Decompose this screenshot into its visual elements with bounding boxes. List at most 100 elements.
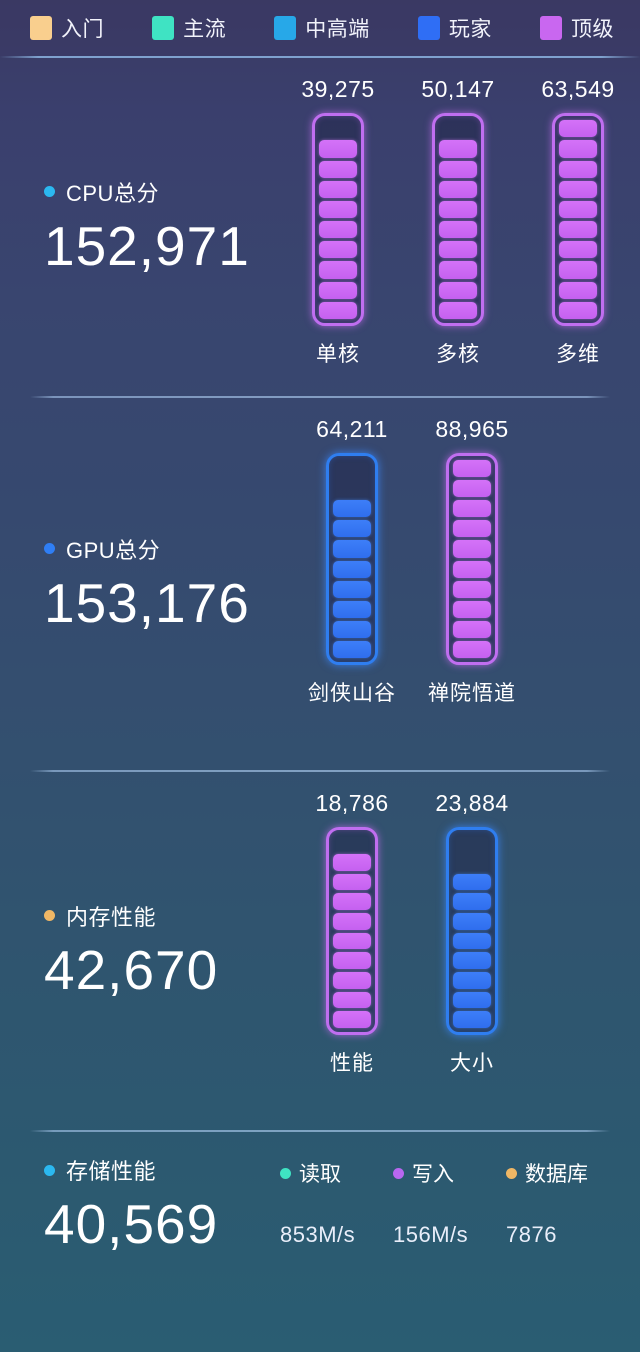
legend-label: 主流 — [183, 18, 227, 41]
bar-segment — [439, 160, 477, 178]
bar-segment — [333, 460, 371, 477]
legend-label: 中高端 — [305, 18, 370, 41]
bar-segment — [559, 221, 597, 239]
bar-segment — [453, 520, 491, 538]
gpu-bars: 64,211 剑侠山谷 88,965 禅院悟道 — [278, 398, 640, 770]
bar-segment — [453, 893, 491, 910]
bar-label: 多维 — [556, 343, 600, 366]
bar-segment — [333, 912, 371, 930]
storage-metric-label: 读取 — [299, 1163, 341, 1186]
bar-segment — [319, 160, 357, 178]
bar-segment — [319, 301, 357, 319]
gpu-dot-icon — [44, 543, 55, 555]
legend-swatch-icon — [417, 16, 440, 40]
bar-segment — [333, 620, 371, 638]
bar-segment — [439, 281, 477, 299]
bar-segment — [333, 932, 371, 950]
memory-summary: 内存性能 42,670 — [0, 772, 278, 1130]
bar-group-cpu-0: 39,275 单核 — [278, 76, 398, 368]
bar-segment — [439, 140, 477, 158]
storage-total-score: 40,569 — [44, 1193, 219, 1255]
gpu-total-score: 153,176 — [44, 571, 250, 634]
bar-gauge — [446, 453, 498, 665]
bar-segment — [453, 873, 491, 891]
section-storage: 存储性能 读取 写入 数据库 40,569 853M/s 156M/s 7876 — [0, 1132, 640, 1322]
memory-total-score: 42,670 — [44, 938, 219, 1001]
bar-label: 禅院悟道 — [428, 682, 516, 705]
bar-segment — [453, 912, 491, 930]
bar-segment — [319, 180, 357, 198]
bar-segment — [319, 120, 357, 137]
bar-segment — [453, 620, 491, 638]
bar-value: 50,147 — [421, 76, 495, 102]
memory-bars: 18,786 性能 23,884 大小 — [278, 772, 640, 1130]
bar-value: 23,884 — [435, 790, 509, 816]
bar-segment — [319, 281, 357, 299]
bar-segment — [333, 893, 371, 910]
legend-item-3: 玩家 — [417, 13, 492, 43]
bar-segment — [333, 1011, 371, 1028]
bar-segment — [333, 952, 371, 969]
bar-segment — [333, 640, 371, 658]
storage-metric-label: 写入 — [412, 1163, 454, 1186]
legend-label: 入门 — [61, 18, 104, 41]
bar-gauge — [446, 827, 498, 1035]
legend-swatch-icon — [274, 16, 297, 40]
bar-segment — [453, 971, 491, 989]
legend-label: 顶级 — [571, 18, 614, 41]
bar-segment — [333, 600, 371, 618]
bar-label: 多核 — [436, 343, 480, 366]
bar-segment — [333, 480, 371, 497]
bar-segment — [439, 301, 477, 319]
memory-dot-icon — [44, 910, 55, 922]
bar-gauge — [326, 827, 378, 1035]
bar-segment — [439, 261, 477, 279]
storage-metric-labels: 读取 写入 数据库 — [280, 1158, 619, 1188]
bar-group-memory-1: 23,884 大小 — [412, 790, 532, 1077]
bar-label: 单核 — [316, 343, 360, 366]
section-cpu: CPU总分 152,971 39,275 单核 50,147 多核 63,549 多维 — [0, 58, 640, 396]
bar-segment — [439, 180, 477, 198]
legend-swatch-icon — [152, 16, 175, 40]
bar-segment — [453, 500, 491, 518]
bar-segment — [333, 580, 371, 598]
storage-metric-2: 数据库 — [506, 1158, 619, 1188]
benchmark-result-page: 入门 主流 中高端 玩家 顶级 CPU总分 152,971 39,275 单核 50,147 多核… — [0, 0, 640, 1322]
bar-segment — [333, 520, 371, 538]
bar-segment — [559, 241, 597, 259]
storage-metric-value-wrap-1: 156M/s — [393, 1200, 506, 1248]
bar-segment — [333, 971, 371, 989]
storage-metric-dot-icon — [506, 1167, 517, 1179]
bar-segment — [439, 200, 477, 219]
cpu-bars: 39,275 单核 50,147 多核 63,549 多维 — [278, 58, 640, 396]
bar-segment — [559, 281, 597, 299]
storage-metric-dot-icon — [280, 1167, 291, 1179]
bar-label: 性能 — [330, 1052, 374, 1075]
bar-label: 大小 — [450, 1052, 494, 1075]
bar-segment — [453, 834, 491, 851]
section-memory: 内存性能 42,670 18,786 性能 23,884 大小 — [0, 772, 640, 1130]
bar-segment — [439, 120, 477, 137]
storage-metric-value-wrap-2: 7876 — [506, 1200, 619, 1248]
tier-legend: 入门 主流 中高端 玩家 顶级 — [0, 0, 640, 56]
bar-segment — [559, 261, 597, 279]
storage-summary: 存储性能 — [44, 1154, 280, 1192]
gpu-summary: GPU总分 153,176 — [0, 398, 278, 770]
bar-group-memory-0: 18,786 性能 — [292, 790, 412, 1077]
bar-segment — [333, 500, 371, 518]
storage-dot-icon — [44, 1164, 55, 1176]
bar-segment — [319, 140, 357, 158]
bar-segment — [439, 221, 477, 239]
cpu-total-score: 152,971 — [44, 214, 250, 277]
bar-segment — [559, 120, 597, 138]
legend-item-2: 中高端 — [274, 13, 370, 43]
bar-segment — [559, 140, 597, 158]
bar-segment — [453, 460, 491, 478]
legend-label: 玩家 — [448, 18, 492, 41]
storage-metric-1: 写入 — [393, 1158, 506, 1188]
bar-group-cpu-2: 63,549 多维 — [518, 76, 638, 368]
bar-value: 18,786 — [315, 790, 389, 816]
bar-group-gpu-1: 88,965 禅院悟道 — [412, 416, 532, 707]
legend-item-1: 主流 — [152, 13, 226, 43]
bar-segment — [453, 560, 491, 578]
